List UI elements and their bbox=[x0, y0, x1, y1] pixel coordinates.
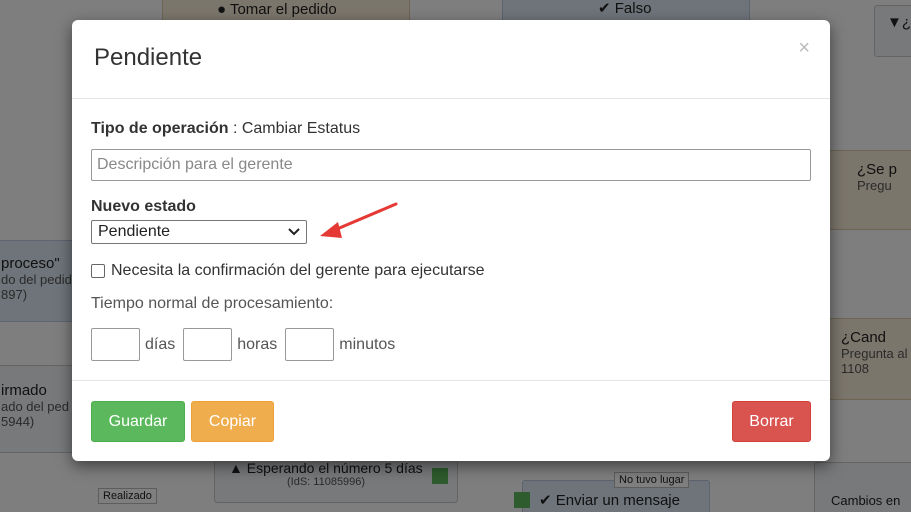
delete-button[interactable]: Borrar bbox=[732, 401, 811, 442]
minutes-label: minutos bbox=[339, 335, 396, 353]
save-button[interactable]: Guardar bbox=[91, 401, 185, 442]
manager-confirmation-option[interactable]: Necesita la confirmación del gerente par… bbox=[91, 262, 485, 280]
processing-time-fields: días horas minutos bbox=[91, 328, 403, 361]
dialog-title: Pendiente bbox=[94, 44, 203, 71]
close-icon[interactable]: × bbox=[798, 38, 810, 58]
operation-type: Tipo de operación : Cambiar Estatus bbox=[91, 120, 361, 137]
new-state-selected: Pendiente bbox=[98, 223, 171, 240]
dialog-body: Tipo de operación : Cambiar Estatus Nuev… bbox=[72, 100, 830, 380]
dialog-footer: Guardar Copiar Borrar bbox=[72, 380, 830, 461]
status-dialog: Pendiente × Tipo de operación : Cambiar … bbox=[72, 20, 830, 461]
new-state-select[interactable]: Pendiente bbox=[91, 220, 307, 244]
operation-type-label: Tipo de operación bbox=[91, 120, 229, 137]
manager-description-input[interactable] bbox=[91, 149, 811, 181]
annotation-arrow-icon bbox=[320, 202, 398, 238]
days-label: días bbox=[145, 335, 176, 353]
hours-input[interactable] bbox=[183, 328, 233, 361]
manager-confirmation-checkbox[interactable] bbox=[91, 264, 105, 278]
copy-button[interactable]: Copiar bbox=[191, 401, 274, 442]
chevron-down-icon bbox=[288, 228, 300, 236]
dialog-header: Pendiente × bbox=[72, 20, 830, 99]
hours-label: horas bbox=[237, 335, 278, 353]
operation-type-value: Cambiar Estatus bbox=[241, 120, 361, 137]
processing-time-label: Tiempo normal de procesamiento: bbox=[91, 295, 334, 312]
minutes-input[interactable] bbox=[285, 328, 335, 361]
new-state-label: Nuevo estado bbox=[91, 198, 196, 215]
days-input[interactable] bbox=[91, 328, 140, 361]
manager-confirmation-label: Necesita la confirmación del gerente par… bbox=[111, 262, 485, 279]
